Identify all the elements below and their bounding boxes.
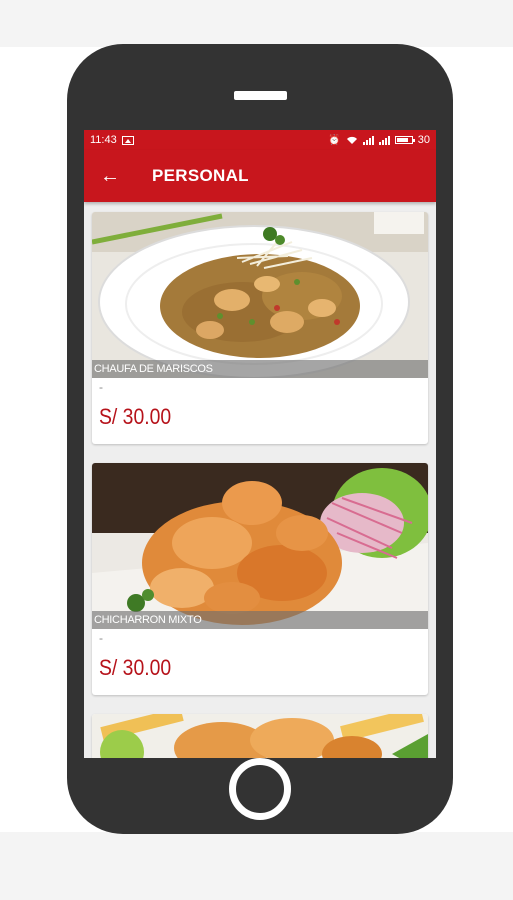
dish-photo: CHAUFA DE MARISCOS [92,212,428,378]
menu-list: CHAUFA DE MARISCOS - S/ 30.00 CHICHARRON… [84,202,436,758]
wifi-icon [346,136,357,144]
signal-icon [378,135,390,145]
dish-description: - [99,380,103,394]
alarm-icon: ⏰ [328,134,341,146]
status-time: 11:43 [90,134,117,146]
phone-speaker [234,91,287,100]
image-icon [121,135,134,145]
phone-frame: 11:43 ⏰ 30 ← PERSONAL CHAUFA DE MARISCOS… [67,44,453,834]
menu-item-card[interactable]: CHICHARRON MIXTO - S/ 30.00 [92,463,428,695]
app-bar: ← PERSONAL [84,150,436,202]
dish-price: S/ 30.00 [99,655,172,680]
battery-level: 30 [417,134,430,146]
app-screen: 11:43 ⏰ 30 ← PERSONAL CHAUFA DE MARISCOS… [84,130,436,758]
dish-name: CHAUFA DE MARISCOS [92,360,428,378]
menu-item-card[interactable] [92,714,428,758]
battery-icon [394,136,415,144]
dish-name: CHICHARRON MIXTO [92,611,428,629]
dish-photo [92,714,428,758]
arrow-left-icon[interactable]: ← [100,166,120,186]
dish-description: - [99,631,103,645]
dish-price: S/ 30.00 [99,404,172,429]
status-bar: 11:43 ⏰ 30 [84,130,436,150]
dish-photo: CHICHARRON MIXTO [92,463,428,629]
signal-icon [362,135,374,145]
menu-item-card[interactable]: CHAUFA DE MARISCOS - S/ 30.00 [92,212,428,444]
page-title: PERSONAL [152,166,249,185]
home-button[interactable] [229,758,291,820]
